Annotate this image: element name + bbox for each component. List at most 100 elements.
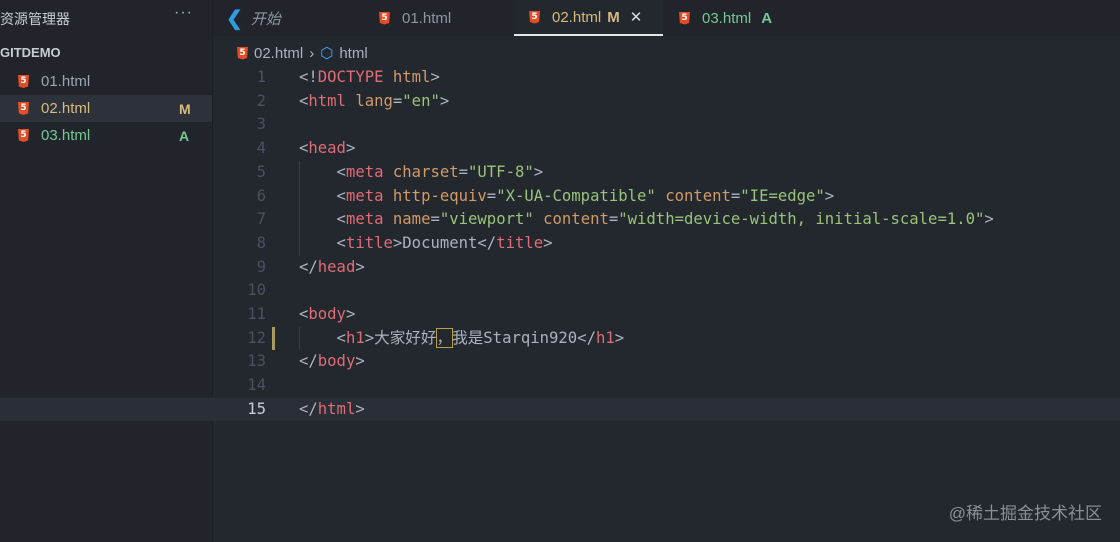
tab-label: 03.html — [702, 9, 752, 27]
code-token: < — [299, 305, 309, 323]
line-number: 7 — [256, 210, 266, 229]
code-line[interactable]: 4 <head> — [0, 137, 1120, 161]
vscode-icon: ❮ — [226, 7, 243, 30]
code-text: <meta charset="UTF-8"> — [299, 161, 544, 185]
line-number: 10 — [247, 281, 266, 300]
code-token: = — [608, 210, 619, 229]
code-token: http-equiv — [392, 186, 487, 205]
code-text: <h1>大家好好，我是Starqin920</h1> — [299, 327, 624, 351]
code-token: = — [430, 210, 440, 229]
more-actions-icon[interactable]: ··· — [174, 4, 193, 22]
code-token: </ — [299, 352, 318, 371]
code-token: > — [614, 328, 625, 347]
code-token: = — [458, 162, 469, 181]
code-token: body — [308, 305, 346, 323]
code-token: = — [486, 186, 497, 205]
symbol-icon: ⬡ — [320, 45, 334, 62]
code-token: >Document</ — [392, 233, 497, 252]
close-icon[interactable]: ✕ — [630, 8, 643, 26]
code-token: < — [299, 210, 346, 229]
code-text: <meta name="viewport" content="width=dev… — [299, 208, 994, 232]
modified-badge: M — [607, 8, 620, 26]
code-token: > — [345, 139, 356, 158]
code-token: html — [308, 91, 346, 110]
code-token: </ — [299, 399, 318, 418]
chevron-right-icon: › — [309, 44, 315, 62]
code-token: "X-UA-Compatible" — [496, 186, 656, 205]
code-token: head — [308, 139, 346, 158]
breadcrumb: 5 02.html › ⬡ html — [237, 44, 368, 62]
code-token: h1 — [345, 328, 365, 347]
code-token: = — [392, 91, 403, 110]
code-token: > — [984, 210, 994, 229]
code-token: > — [533, 162, 544, 181]
code-token: title — [345, 233, 393, 252]
line-number: 4 — [256, 139, 266, 158]
code-token: content — [665, 186, 731, 205]
code-token: html — [392, 68, 431, 86]
code-line[interactable]: 2 <html lang="en"> — [0, 90, 1120, 114]
code-token: > — [345, 305, 356, 323]
code-line[interactable]: 7 <meta name="viewport" content="width=d… — [0, 208, 1120, 232]
code-token: head — [317, 257, 356, 276]
code-token: DOCTYPE — [317, 68, 384, 86]
tab-02-html[interactable]: 5 02.html M ✕ — [514, 0, 663, 36]
code-line[interactable]: 10 — [0, 279, 1120, 303]
code-token: "IE=edge" — [740, 186, 825, 205]
git-modified-gutter — [272, 326, 275, 351]
code-token: = — [730, 186, 741, 205]
code-line[interactable]: 15 </html> — [0, 397, 1120, 422]
code-text: <meta http-equiv="X-UA-Compatible" conte… — [299, 185, 835, 209]
line-number: 3 — [256, 115, 266, 134]
project-folder[interactable]: GITDEMO — [0, 45, 61, 60]
tab-welcome[interactable]: ❮ 开始 — [226, 0, 281, 36]
added-badge: A — [761, 9, 773, 27]
code-line[interactable]: 14 — [0, 374, 1120, 398]
tab-01-html[interactable]: 5 01.html — [379, 0, 451, 36]
code-token: < — [299, 139, 309, 158]
code-text: <!DOCTYPE html> — [299, 66, 440, 90]
line-number: 8 — [256, 233, 266, 252]
code-token: < — [299, 186, 346, 205]
code-token: name — [392, 210, 431, 229]
breadcrumb-symbol[interactable]: html — [339, 45, 367, 62]
tab-03-html[interactable]: 5 03.html A — [679, 0, 772, 36]
editor-tabs: ❮ 开始 5 01.html 5 02.html M ✕ 5 03.html A — [213, 0, 1120, 36]
code-token: < — [299, 233, 346, 252]
code-token: charset — [392, 162, 459, 181]
code-token: > — [355, 352, 365, 371]
explorer-title: 资源管理器 — [0, 11, 70, 27]
line-number: 9 — [256, 257, 266, 276]
code-token: body — [317, 352, 356, 371]
code-line[interactable]: 1 <!DOCTYPE html> — [0, 66, 1120, 90]
code-token: <! — [299, 68, 318, 86]
code-line[interactable]: 3 — [0, 113, 1120, 137]
code-token: meta — [345, 186, 384, 205]
line-number: 14 — [247, 376, 266, 395]
code-line[interactable]: 8 <title>Document</title> — [0, 232, 1120, 256]
code-text: <body> — [299, 303, 355, 327]
indent-guide — [299, 326, 300, 351]
html5-icon: 5 — [379, 11, 390, 25]
code-text: <title>Document</title> — [299, 232, 553, 256]
code-token: meta — [345, 162, 384, 181]
code-token: h1 — [595, 328, 615, 347]
code-token: html — [317, 399, 356, 418]
code-line[interactable]: 9 </head> — [0, 256, 1120, 280]
code-text: </html> — [299, 398, 365, 422]
code-line[interactable]: 13 </body> — [0, 350, 1120, 374]
code-line[interactable]: 5 <meta charset="UTF-8"> — [0, 161, 1120, 185]
code-line[interactable]: 12 <h1>大家好好，我是Starqin920</h1> — [0, 327, 1120, 351]
breadcrumb-file[interactable]: 02.html — [254, 45, 303, 62]
code-line[interactable]: 11 <body> — [0, 303, 1120, 327]
line-number: 2 — [256, 91, 266, 110]
code-token: > — [824, 186, 835, 205]
code-token: title — [496, 233, 544, 252]
code-line[interactable]: 6 <meta http-equiv="X-UA-Compatible" con… — [0, 185, 1120, 209]
code-token: "width=device-width, initial-scale=1.0" — [618, 210, 985, 229]
code-token: "viewport" — [439, 210, 534, 229]
